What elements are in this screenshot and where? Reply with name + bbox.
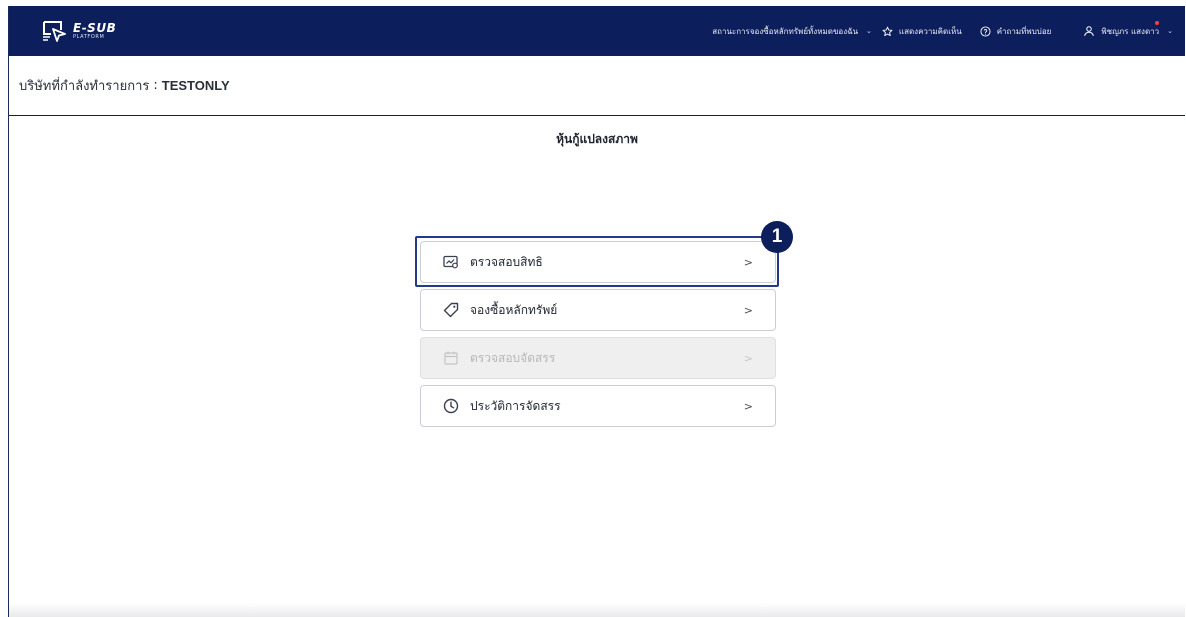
bottom-shadow	[9, 603, 1185, 617]
nav-my-subscriptions[interactable]: สถานะการจองซื้อหลักทรัพย์ทั้งหมดของฉัน ⌄	[712, 25, 872, 38]
nav-feedback-label: แสดงความคิดเห็น	[898, 26, 962, 36]
user-menu[interactable]: พิชญภร แสงดาว ⌄	[1083, 20, 1173, 38]
top-navbar: E-SUB PLATFORM สถานะการจองซื้อหลักทรัพย์…	[9, 6, 1185, 56]
app-frame: E-SUB PLATFORM สถานะการจองซื้อหลักทรัพย์…	[8, 6, 1185, 617]
nav-status-label: สถานะการจองซื้อหลักทรัพย์ทั้งหมดของฉัน	[712, 26, 859, 36]
menu-item-check-allocation: ตรวจสอบจัดสรร >	[420, 337, 776, 379]
brand-logo[interactable]: E-SUB PLATFORM	[41, 20, 116, 42]
help-circle-icon	[980, 25, 991, 37]
menu-item-label: ประวัติการจัดสรร	[470, 398, 561, 413]
menu-item-label: จองซื้อหลักทรัพย์	[470, 302, 558, 317]
top-nav: สถานะการจองซื้อหลักทรัพย์ทั้งหมดของฉัน ⌄…	[712, 20, 1173, 38]
menu-item-label: ตรวจสอบจัดสรร	[470, 350, 556, 365]
notification-dot	[1155, 20, 1159, 25]
company-bar: บริษัทที่กำลังทำรายการ : TESTONLY	[9, 56, 1185, 116]
check-rights-icon	[442, 253, 460, 271]
chevron-right-icon: >	[743, 255, 753, 269]
logo-icon	[43, 21, 66, 42]
nav-feedback[interactable]: แสดงความคิดเห็น	[882, 25, 962, 38]
company-separator: :	[153, 78, 158, 93]
company-label: บริษัทที่กำลังทำรายการ	[19, 79, 150, 94]
menu-item-allocation-history[interactable]: ประวัติการจัดสรร >	[420, 385, 776, 427]
tag-icon	[442, 301, 460, 319]
nav-faq[interactable]: คำถามที่พบบ่อย	[980, 25, 1052, 38]
chevron-down-icon: ⌄	[866, 27, 872, 35]
nav-faq-label: คำถามที่พบบ่อย	[996, 26, 1052, 36]
menu-list: 1 ตรวจสอบสิทธิ > จองซื้อหลักทรัพย์ > ตรว…	[415, 221, 793, 433]
chevron-right-icon: >	[743, 399, 753, 413]
star-icon	[882, 26, 893, 37]
step-badge: 1	[761, 221, 793, 253]
clock-icon	[442, 397, 460, 415]
brand-tagline: PLATFORM	[73, 34, 105, 40]
chevron-down-icon: ⌄	[1167, 27, 1173, 35]
user-name: พิชญภร แสงดาว	[1101, 26, 1160, 36]
menu-item-check-rights[interactable]: ตรวจสอบสิทธิ >	[420, 241, 776, 283]
menu-item-label: ตรวจสอบสิทธิ	[470, 254, 543, 269]
calendar-icon	[442, 349, 460, 367]
company-name: TESTONLY	[161, 78, 230, 93]
menu-item-subscribe-securities[interactable]: จองซื้อหลักทรัพย์ >	[420, 289, 776, 331]
brand-name: E-SUB	[73, 21, 117, 35]
chevron-right-icon: >	[743, 303, 753, 317]
user-icon	[1083, 25, 1095, 37]
page-title: หุ้นกู้แปลงสภาพ	[556, 132, 638, 146]
chevron-right-icon: >	[743, 351, 753, 365]
